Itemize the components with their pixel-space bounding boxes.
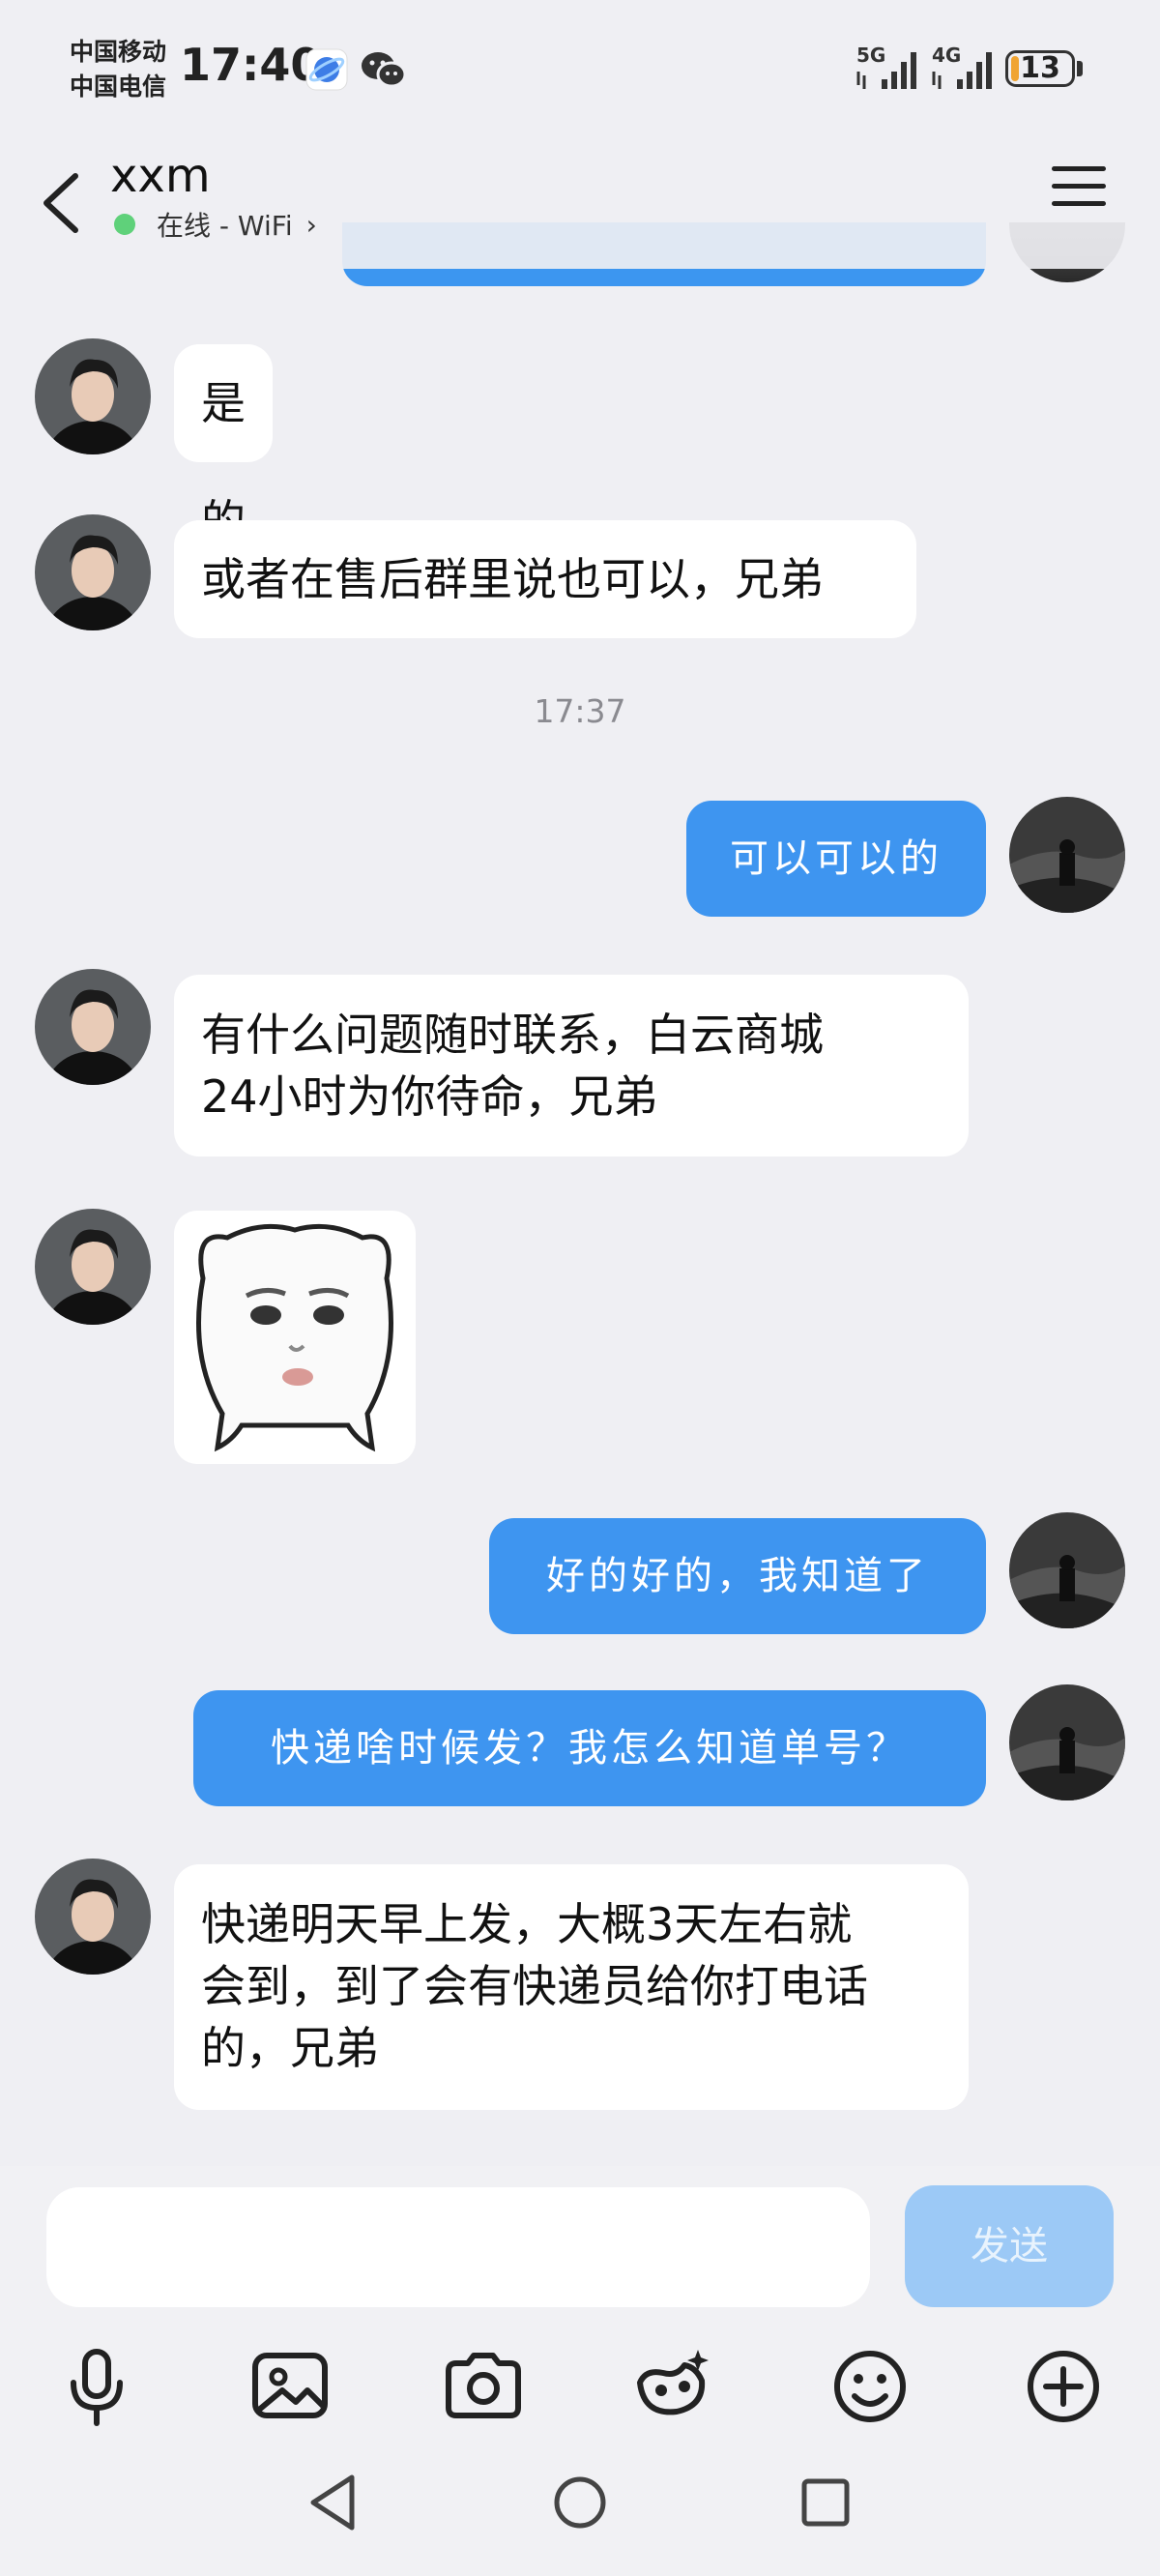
contact-avatar[interactable] <box>35 1859 151 1975</box>
contact-avatar[interactable] <box>35 969 151 1085</box>
send-button[interactable]: 发送 <box>905 2185 1114 2307</box>
my-avatar[interactable] <box>1009 1512 1125 1628</box>
my-avatar[interactable] <box>1009 1684 1125 1800</box>
message-bubble[interactable]: 快递明天早上发，大概3天左右就 会到，到了会有快递员给你打电话 的，兄弟 <box>174 1864 969 2110</box>
contact-avatar[interactable] <box>35 338 151 454</box>
message-bubble[interactable]: 或者在售后群里说也可以，兄弟 <box>174 520 916 638</box>
contact-avatar[interactable] <box>35 514 151 630</box>
message-bubble[interactable]: 有什么问题随时联系，白云商城 24小时为你待命，兄弟 <box>174 975 969 1156</box>
bear-face-sticker[interactable] <box>174 1211 416 1464</box>
battery-percent: 13 <box>1020 51 1060 85</box>
nav-home-icon[interactable] <box>541 2464 619 2541</box>
wechat-icon <box>362 52 407 88</box>
battery-tip <box>1077 61 1083 76</box>
add-icon[interactable] <box>1015 2338 1112 2435</box>
browser-icon <box>305 48 348 91</box>
contact-avatar[interactable] <box>35 1209 151 1325</box>
network-label-1: 5G <box>856 44 885 67</box>
battery-icon: 13 <box>1005 50 1075 87</box>
message-input[interactable] <box>46 2187 870 2307</box>
my-avatar[interactable] <box>1009 797 1125 913</box>
back-arrow-icon <box>44 173 78 233</box>
nav-back-icon[interactable] <box>296 2464 373 2541</box>
camera-icon[interactable] <box>435 2338 532 2435</box>
signal-icon-2: 4G <box>932 44 992 89</box>
carrier-info: 中国移动 中国电信 <box>70 35 166 104</box>
microphone-icon[interactable] <box>48 2338 145 2435</box>
online-dot-icon <box>114 214 135 235</box>
chevron-right-icon: › <box>305 208 317 241</box>
signal-icon: 5G <box>856 44 916 89</box>
status-time: 17:40 <box>180 39 322 91</box>
nav-recents-icon[interactable] <box>787 2464 864 2541</box>
chat-header: xxm 在线 - WiFi › <box>0 143 1160 269</box>
message-bubble[interactable]: 是的 <box>174 344 273 547</box>
carrier-2: 中国电信 <box>70 73 167 101</box>
menu-button[interactable] <box>1052 166 1106 215</box>
message-bubble[interactable]: 快递啥时候发？我怎么知道单号？ <box>193 1690 986 1806</box>
effects-icon[interactable] <box>624 2338 721 2435</box>
network-label-2: 4G <box>932 44 961 67</box>
back-button[interactable] <box>29 157 97 244</box>
menu-icon <box>1052 166 1106 171</box>
message-bubble[interactable]: 可以可以的 <box>686 801 986 917</box>
chat-title: xxm <box>110 149 211 203</box>
carrier-1: 中国移动 <box>70 38 167 66</box>
presence-status[interactable]: 在线 - WiFi › <box>114 205 317 244</box>
presence-label: 在线 - WiFi <box>157 210 293 242</box>
image-icon[interactable] <box>242 2338 338 2435</box>
message-bubble[interactable]: 好的好的，我知道了 <box>489 1518 986 1634</box>
chat-screen: 中国移动 中国电信 17:40 5G 4G 13 xxm 在线 - WiFi ›… <box>0 0 1160 2576</box>
emoji-icon[interactable] <box>822 2338 918 2435</box>
message-timestamp: 17:37 <box>534 692 626 730</box>
status-bar: 中国移动 中国电信 17:40 5G 4G 13 <box>0 0 1160 143</box>
